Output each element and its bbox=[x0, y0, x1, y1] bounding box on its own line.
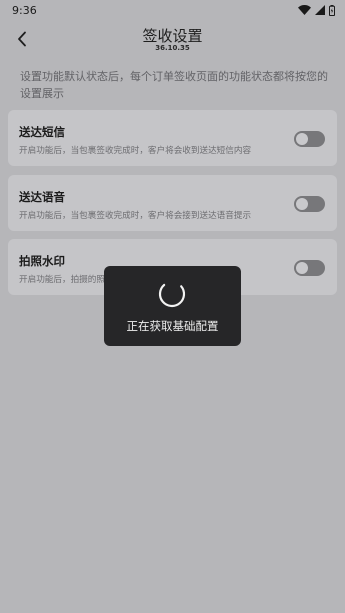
delivery-voice-toggle[interactable] bbox=[294, 196, 325, 212]
battery-icon bbox=[329, 4, 335, 16]
photo-watermark-toggle[interactable] bbox=[294, 260, 325, 276]
header: 签收设置 36.10.35 bbox=[0, 22, 345, 58]
status-icons bbox=[298, 4, 335, 16]
toast-message: 正在获取基础配置 bbox=[126, 319, 219, 333]
setting-card-delivery-sms: 送达短信 开启功能后，当包裹签收完成时，客户将会收到送达短信内容 bbox=[8, 110, 337, 166]
wifi-icon bbox=[298, 5, 311, 15]
delivery-sms-toggle[interactable] bbox=[294, 131, 325, 147]
version-label: 36.10.35 bbox=[155, 44, 190, 52]
setting-description: 开启功能后，当包裹签收完成时，客户将会接到送达语音提示 bbox=[19, 211, 252, 221]
status-time: 9:36 bbox=[12, 3, 37, 17]
toggle-knob bbox=[296, 262, 308, 274]
setting-description: 开启功能后，当包裹签收完成时，客户将会收到送达短信内容 bbox=[19, 146, 252, 156]
settings-description: 设置功能默认状态后，每个订单签收页面的功能状态都将按您的设置展示 bbox=[20, 70, 328, 100]
loading-toast: 正在获取基础配置 bbox=[104, 266, 241, 346]
setting-title: 送达语音 bbox=[19, 190, 65, 204]
toggle-knob bbox=[296, 133, 308, 145]
setting-title: 送达短信 bbox=[19, 125, 65, 139]
spinner-icon bbox=[158, 280, 186, 308]
status-bar: 9:36 bbox=[0, 0, 345, 20]
page-title: 签收设置 bbox=[142, 27, 203, 45]
setting-title: 拍照水印 bbox=[19, 254, 65, 268]
setting-card-delivery-voice: 送达语音 开启功能后，当包裹签收完成时，客户将会接到送达语音提示 bbox=[8, 175, 337, 231]
toggle-knob bbox=[296, 198, 308, 210]
signal-icon bbox=[315, 5, 325, 15]
